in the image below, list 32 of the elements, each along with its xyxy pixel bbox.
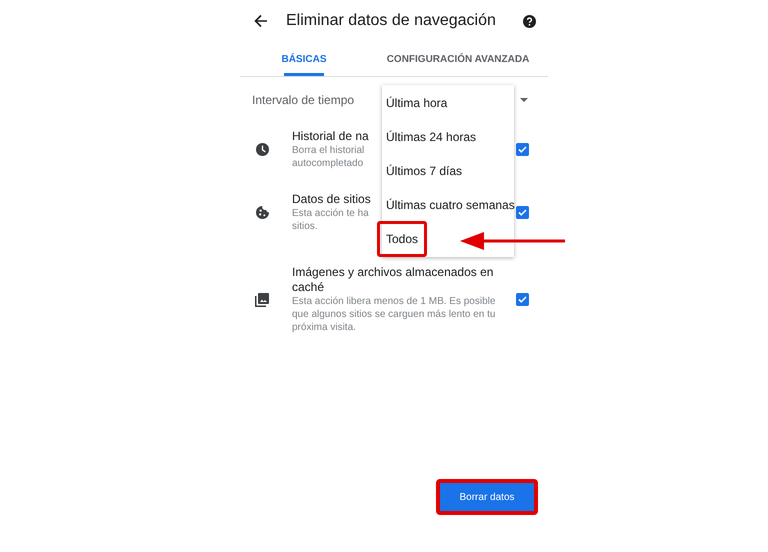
dropdown-option[interactable]: Últimos 7 días [382,154,514,188]
checkbox[interactable] [516,206,529,219]
tab[interactable]: CONFIGURACIÓN AVANZADA [368,42,548,76]
cookie-icon [256,206,268,219]
arrow-icon [460,231,566,251]
item-description: Esta acción libera menos de 1 MB. Es posible que algunos sitios se carguen más lento en tu próxima visita. [292,295,496,334]
item-description: sitios. [292,220,318,233]
item-title: Historial de na [292,129,369,144]
checkbox[interactable] [516,293,529,306]
checkbox[interactable] [516,143,529,156]
clock-icon [256,143,268,156]
option-label: Últimos 7 días [386,164,462,178]
tab[interactable]: BÁSICAS [240,42,368,76]
option-label: Últimas 24 horas [386,130,476,144]
item-title: Datos de sitios [292,192,371,207]
help-icon[interactable] [523,14,536,28]
dropdown-option[interactable]: Últimas cuatro semanas [382,188,514,222]
page-title: Eliminar datos de navegación [286,12,497,30]
option-label: Última hora [386,96,448,110]
back-arrow-icon[interactable] [254,14,268,28]
interval-label: Intervalo de tiempo [252,93,354,107]
image-icon [255,292,269,306]
item-description: autocompletado [292,157,364,170]
item-title: Imágenes y archivos almacenados en caché [292,265,494,295]
item-description: Borra el historial [292,144,364,157]
dropdown-option[interactable]: Últimas 24 horas [382,120,514,154]
dropdown-option[interactable]: Última hora [382,86,514,120]
caret-icon[interactable] [520,98,528,102]
option-label: Últimas cuatro semanas [386,198,515,212]
clear-data-button[interactable]: Borrar datos [436,479,538,515]
highlighted-option: Todos [377,221,428,257]
item-description: Esta acción te ha [292,207,369,220]
